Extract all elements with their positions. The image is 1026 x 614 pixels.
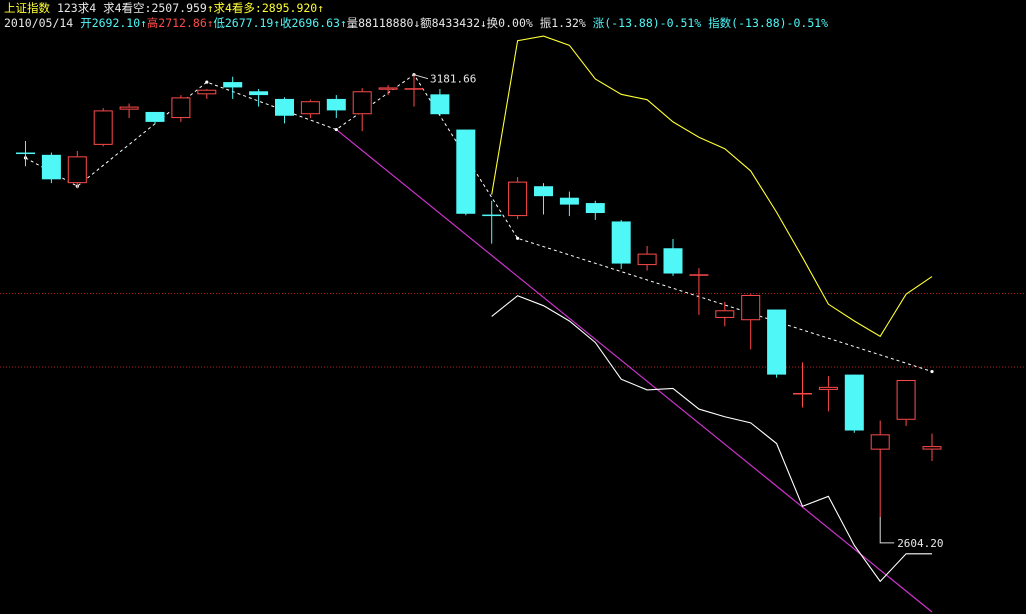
candle-up [67,156,87,184]
candle-up [352,91,372,115]
candle-down [482,214,502,217]
peak-label: 3181.66 [430,73,476,86]
annotation-leader [879,516,895,544]
candle-down [145,111,165,122]
candle-up [378,87,398,90]
trough-label: 2604.20 [897,537,943,550]
candle-up [715,310,735,318]
upper-band-line [491,35,933,338]
candle-down [844,374,864,431]
candle-up [896,379,916,420]
candle-down [275,98,294,116]
candle-up [404,88,424,90]
candle-up [870,434,890,450]
swing-point [516,236,520,240]
candle-down [663,248,683,274]
candle-down [430,94,450,115]
candle-down [41,154,61,180]
swing-point [334,127,338,132]
candle-up [922,446,942,450]
candle-down [456,129,476,214]
candle-up [793,392,812,395]
candlestick-chart[interactable]: 3181.66 2604.20 [0,0,1026,614]
candle-down [585,203,605,214]
chart-window: 上证指数 123求4 求4看空:2507.959↑求4看多:2895.920↑ … [0,0,1026,614]
candle-up [197,89,217,95]
lower-band-line [491,295,932,583]
candle-up [93,110,113,145]
candle-down [559,197,579,205]
candle-up [508,181,528,217]
swing-point [205,80,209,84]
candle-down [223,82,243,88]
candle-up [119,106,139,110]
candle-down [326,98,346,111]
candle-down [16,152,35,155]
candle-up [637,253,657,266]
candle-up [741,294,761,321]
trend-line [335,129,933,613]
candle-up [689,274,709,276]
candle-down [249,91,269,96]
swing-point [930,369,934,374]
candle-up [171,97,191,119]
candle-up [818,386,838,390]
candle-down [611,221,631,264]
candle-down [534,186,553,197]
candle-down [767,309,787,375]
candle-up [300,101,320,115]
